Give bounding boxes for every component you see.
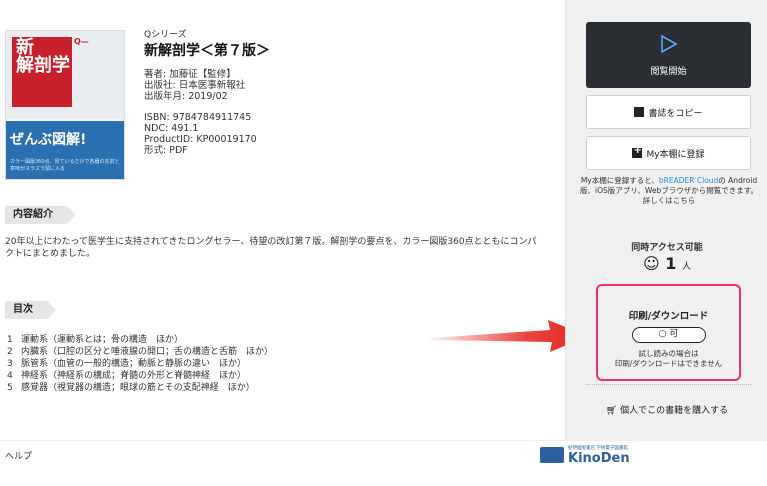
- page-footer: ヘルプ 紀伊國屋書店 学術電子図書館 KinoDen: [0, 440, 767, 486]
- toc-item: 5 感覚器（視覚器の構造；眼球の筋とその支配神経 ほか）: [7, 383, 255, 393]
- intro-text: 20年以上にわたって医学生に支持されてきたロングセラー、待望の改訂第７版。解剖学…: [5, 237, 537, 259]
- print-download-status-badge: ○ 可: [631, 327, 706, 343]
- purchase-label: 個人でこの書籍を購入する: [620, 406, 729, 416]
- concurrent-access-count: ☺ 1 人: [643, 254, 691, 273]
- help-link[interactable]: ヘルプ: [5, 449, 32, 462]
- book-metadata: Qシリーズ 新解剖学＜第７版＞ 著者: 加藤征【監修】 出版社: 日本医事新報社…: [144, 30, 270, 156]
- book-detail-main: 新 解剖学 Q— ぜんぶ図解! カラー図版360点、見ているだけで各器の名前と意…: [0, 0, 588, 440]
- cover-catch-sub: カラー図版360点、見ているだけで各器の名前と意味がスラスラ頭に入る: [10, 159, 120, 172]
- intro-section-label: 内容紹介: [5, 206, 76, 224]
- add-to-shelf-label: My本棚に登録: [646, 149, 705, 160]
- print-download-title: 印刷/ダウンロード: [628, 311, 709, 322]
- add-shelf-icon: [632, 145, 643, 158]
- toc-section-label: 目次: [5, 301, 56, 319]
- add-to-shelf-button[interactable]: My本棚に登録: [586, 136, 751, 170]
- toc-item: 2 内臓系（口腔の区分と唾液腺の開口；舌の構造と舌筋 ほか）: [7, 347, 274, 357]
- copy-bibliography-button[interactable]: 書誌をコピー: [586, 95, 751, 129]
- book-product-id: ProductID: KP00019170: [144, 134, 257, 145]
- kinoden-logo-word: KinoDen: [568, 451, 630, 466]
- copy-icon: [634, 107, 645, 117]
- concurrent-access-heading: 同時アクセス可能: [631, 243, 703, 253]
- start-reading-button[interactable]: 閲覧開始: [586, 22, 751, 88]
- book-author: 著者: 加藤征【監修】: [144, 69, 236, 80]
- divider: [586, 384, 751, 385]
- purchase-link[interactable]: 🛒︎ 個人でこの書籍を購入する: [566, 403, 767, 416]
- cover-title-line2: 解剖学: [16, 55, 70, 76]
- user-icon: ☺: [643, 254, 660, 273]
- toc-item: 3 脈管系（血管の一般的構造；動脈と静脈の違い ほか）: [7, 359, 247, 369]
- book-cover-image[interactable]: 新 解剖学 Q— ぜんぶ図解! カラー図版360点、見ているだけで各器の名前と意…: [5, 30, 125, 180]
- toc-item: 4 神経系（神経系の構成；脊髄の外形と脊髄神経 ほか）: [7, 371, 247, 381]
- cover-series-badge: Q—: [74, 37, 89, 46]
- print-download-highlight-box: 印刷/ダウンロード ○ 可 試し読みの場合は 印刷/ダウンロードはできません: [596, 284, 741, 381]
- print-download-note: 試し読みの場合は 印刷/ダウンロードはできません: [614, 349, 723, 368]
- start-reading-label: 閲覧開始: [650, 67, 687, 77]
- cover-catchphrase: ぜんぶ図解!: [10, 132, 87, 148]
- play-icon: [661, 34, 678, 54]
- book-ndc: NDC: 491.1: [144, 123, 199, 134]
- kinoden-logo-mark: [540, 447, 564, 463]
- shelf-note: My本棚に登録すると、bREADER Cloudの Android版、iOS版ア…: [580, 176, 758, 205]
- book-pub-date: 出版年月: 2019/02: [144, 91, 228, 102]
- toc-list: 1 運動系（運動系とは；骨の構造 ほか） 2 内臓系（口腔の区分と唾液腺の開口；舌の…: [7, 334, 273, 394]
- book-format: 形式: PDF: [144, 145, 188, 156]
- cover-title: 新 解剖学: [16, 39, 70, 75]
- book-series: Qシリーズ: [144, 30, 187, 40]
- breader-cloud-link[interactable]: bREADER Cloud: [659, 176, 718, 185]
- book-isbn: ISBN: 9784784911745: [144, 112, 252, 123]
- book-title: 新解剖学＜第７版＞: [144, 43, 270, 59]
- action-sidebar: 閲覧開始 書誌をコピー My本棚に登録 My本棚に登録すると、bREADER C…: [565, 0, 767, 440]
- book-publisher: 出版社: 日本医事新報社: [144, 80, 246, 91]
- copy-bibliography-label: 書誌をコピー: [648, 108, 703, 119]
- cart-icon: 🛒︎: [605, 406, 618, 416]
- toc-item: 1 運動系（運動系とは；骨の構造 ほか）: [7, 335, 184, 345]
